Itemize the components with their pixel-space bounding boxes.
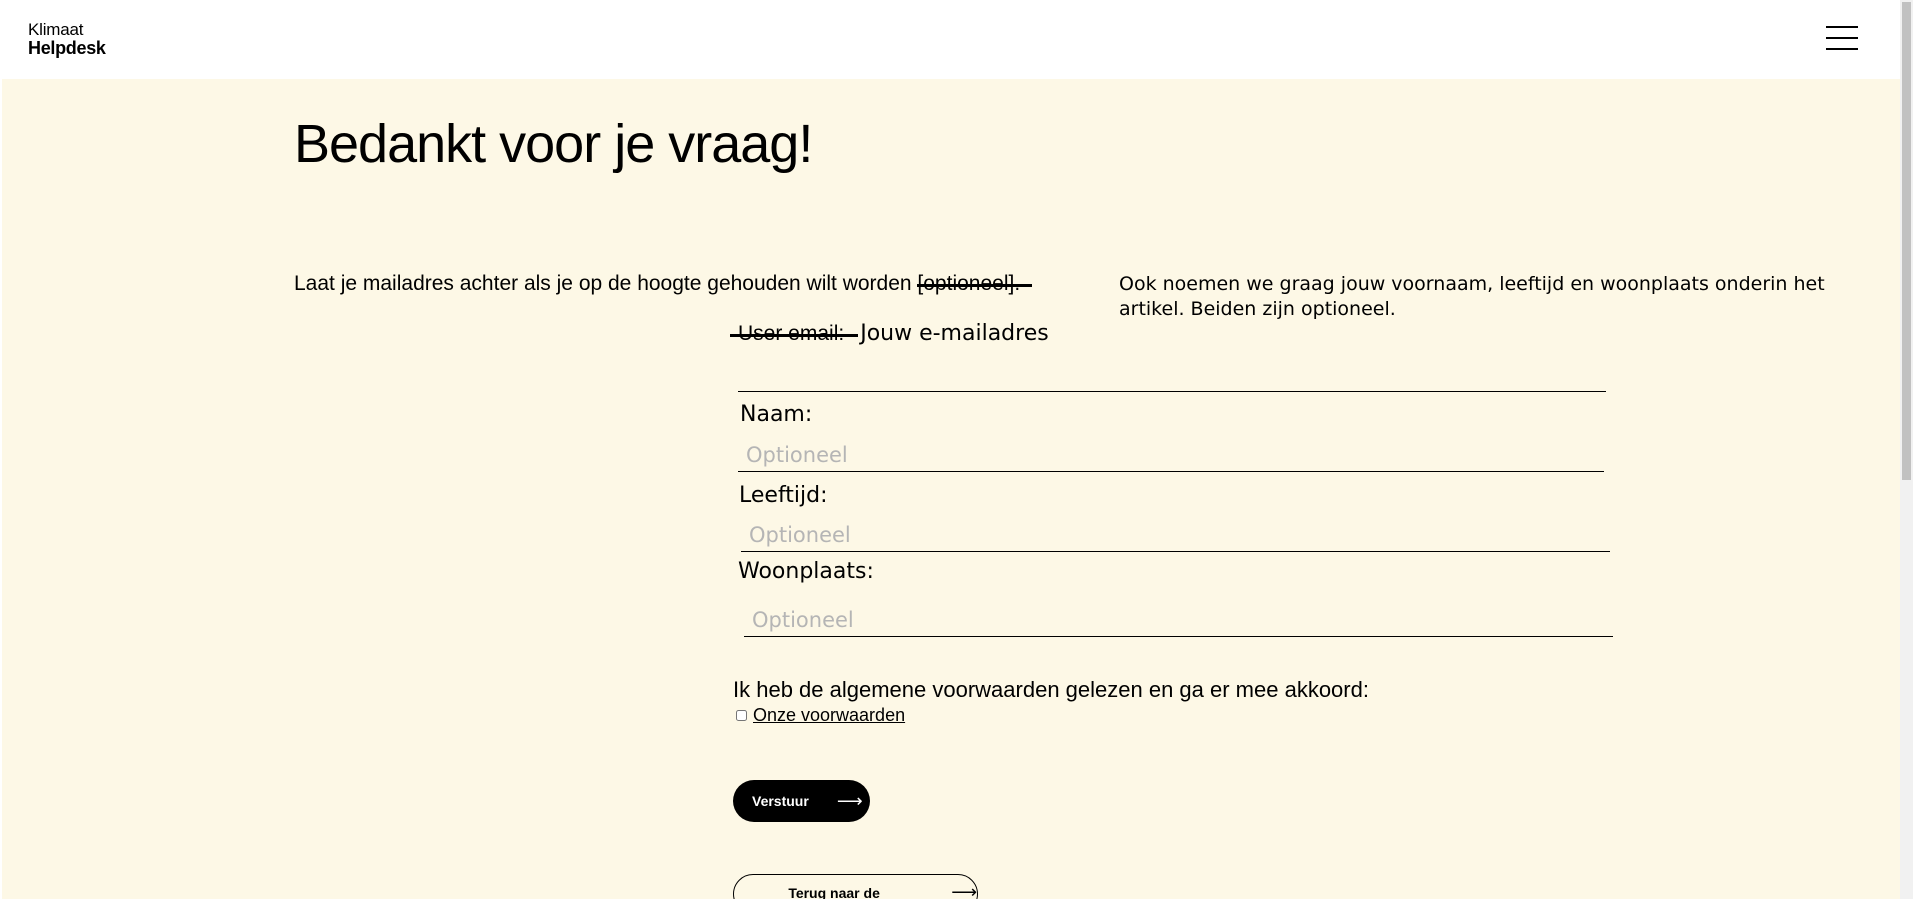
main-content — [2, 79, 1900, 899]
send-button[interactable]: Verstuur ⟶ — [733, 780, 870, 822]
scrollbar[interactable] — [1900, 0, 1913, 899]
email-label: User email: Jouw e-mailadres — [729, 321, 1049, 346]
page-title: Bedankt voor je vraag! — [294, 114, 813, 174]
intro-text-struck: [optioneel]. — [917, 272, 1032, 295]
email-label-text: Jouw e-mailadres — [860, 321, 1049, 346]
city-label: Woonplaats: — [738, 559, 874, 584]
back-to-homepage-button[interactable]: Terug naar de homepage ⟶ — [733, 874, 978, 899]
menu-bar — [1826, 48, 1858, 50]
city-input[interactable] — [744, 603, 1613, 637]
hamburger-menu-icon[interactable] — [1826, 26, 1858, 52]
name-input[interactable] — [738, 438, 1604, 472]
terms-link[interactable]: Onze voorwaarden — [753, 705, 905, 726]
age-input[interactable] — [741, 518, 1610, 552]
terms-label: Ik heb de algemene voorwaarden gelezen e… — [733, 677, 1369, 702]
home-button-label: Terug naar de homepage — [788, 885, 880, 899]
logo-line-2: Helpdesk — [28, 38, 106, 58]
site-header: Klimaat Helpdesk — [0, 0, 1900, 79]
terms-checkbox[interactable] — [736, 710, 747, 721]
intro-text: Laat je mailadres achter als je op de ho… — [294, 272, 1032, 296]
klimaat-helpdesk-logo[interactable]: Klimaat Helpdesk — [28, 20, 106, 58]
optional-info-text: Ook noemen we graag jouw voornaam, leeft… — [1119, 273, 1825, 320]
scrollbar-thumb[interactable] — [1902, 2, 1911, 480]
menu-bar — [1826, 37, 1858, 39]
terms-row: Onze voorwaarden — [736, 705, 905, 726]
age-label: Leeftijd: — [739, 483, 828, 508]
arrow-right-icon: ⟶ — [951, 882, 977, 899]
menu-bar — [1826, 26, 1858, 28]
email-input[interactable] — [738, 350, 1606, 392]
send-button-label: Verstuur — [752, 793, 809, 809]
page: Klimaat Helpdesk Bedankt voor je vraag! … — [0, 0, 1913, 899]
logo-line-1: Klimaat — [28, 20, 84, 39]
arrow-right-icon: ⟶ — [836, 790, 863, 811]
name-label: Naam: — [740, 402, 813, 427]
intro-text-main: Laat je mailadres achter als je op de ho… — [294, 272, 918, 295]
email-label-struck: User email: — [729, 322, 859, 345]
